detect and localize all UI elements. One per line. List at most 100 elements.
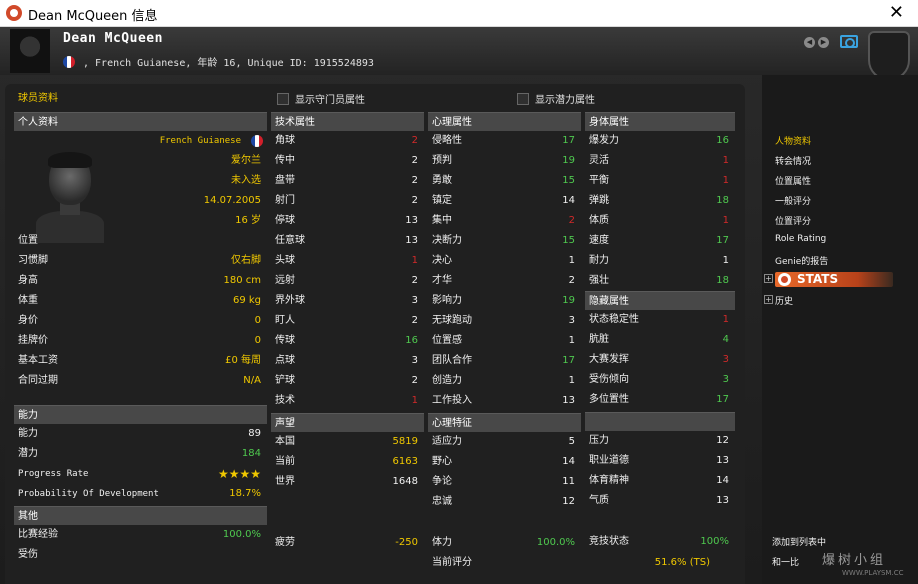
- attribute-label: 决断力: [432, 235, 462, 246]
- attribute-value: 2: [411, 175, 418, 186]
- next-player-icon[interactable]: ▶: [818, 37, 829, 48]
- checkbox-icon[interactable]: [277, 93, 289, 105]
- attribute-value: 69 kg: [232, 295, 261, 306]
- attribute-value: 6163: [392, 456, 418, 467]
- attribute-row: 体重 69 kg: [14, 291, 267, 311]
- attribute-label: 传球: [275, 335, 295, 346]
- toggle-potential-attributes[interactable]: 显示潜力属性: [517, 91, 595, 106]
- attribute-row: 传中 2: [271, 151, 424, 171]
- sidebar-item[interactable]: 一般评分: [775, 194, 811, 207]
- attribute-label: 工作投入: [432, 395, 472, 406]
- attribute-row: 受伤: [14, 545, 267, 565]
- attribute-value: 18.7%: [229, 488, 261, 499]
- age-row: 16 岁: [87, 211, 267, 231]
- attribute-row: 远射 2: [271, 271, 424, 291]
- attribute-row: 传球 16: [271, 331, 424, 351]
- sidebar-item[interactable]: 位置属性: [775, 174, 811, 187]
- fatigue-value: -250: [395, 537, 418, 548]
- attribute-label: 身高: [18, 275, 38, 286]
- player-info: , French Guianese, 年龄 16, Unique ID: 191…: [83, 58, 374, 69]
- sidebar-item[interactable]: Role Rating: [775, 234, 826, 244]
- attribute-label: 适应力: [432, 436, 462, 447]
- ability-header: 能力: [14, 405, 267, 424]
- attribute-label: 能力: [18, 428, 38, 439]
- personal-column: 个人资料 French Guianese 爱尔兰 未入选 14.07.2005 …: [14, 112, 267, 565]
- attribute-label: 影响力: [432, 295, 462, 306]
- prev-player-icon[interactable]: ◀: [804, 37, 815, 48]
- attribute-row: 肮脏 4: [585, 330, 735, 350]
- attribute-row: 体育精神 14: [585, 471, 735, 491]
- window-title: Dean McQueen 信息: [28, 9, 158, 24]
- fatigue-row: 疲劳 -250: [271, 533, 424, 553]
- club-value: 爱尔兰: [231, 155, 261, 166]
- attribute-row: Progress Rate ★★★★: [14, 464, 267, 484]
- attribute-label: 身价: [18, 315, 38, 326]
- attribute-value: 1: [722, 175, 729, 186]
- attribute-label: 无球跑动: [432, 315, 472, 326]
- attribute-row: 职业道德 13: [585, 451, 735, 471]
- sidebar-item[interactable]: Genie的报告: [775, 254, 828, 267]
- checkbox-icon[interactable]: [517, 93, 529, 105]
- attribute-value: 2: [411, 155, 418, 166]
- other-header: 其他: [14, 506, 267, 525]
- traits-header: 心理特征: [428, 413, 581, 432]
- attribute-value: 16: [405, 335, 418, 346]
- physical-header: 身体属性: [585, 112, 735, 131]
- attribute-label: 本国: [275, 436, 295, 447]
- attribute-value: 14: [716, 475, 729, 486]
- camera-icon[interactable]: [840, 35, 858, 48]
- attribute-value: 3: [411, 295, 418, 306]
- attribute-row: 速度 17: [585, 231, 735, 251]
- stats-button[interactable]: STATS: [775, 272, 893, 287]
- nationality-value: French Guianese: [159, 136, 241, 146]
- add-to-list-button[interactable]: 添加到列表中: [772, 535, 826, 548]
- attribute-value: 100.0%: [222, 529, 261, 540]
- attribute-row: 预判 19: [428, 151, 581, 171]
- attribute-value: 2: [568, 215, 575, 226]
- attribute-label: 世界: [275, 476, 295, 487]
- attribute-label: 比赛经验: [18, 529, 58, 540]
- attribute-row: 团队合作 17: [428, 351, 581, 371]
- rating-label: 当前评分: [432, 557, 472, 568]
- attribute-label: 预判: [432, 155, 452, 166]
- sidebar-item[interactable]: 位置评分: [775, 214, 811, 227]
- match-status-row: 竞技状态 100%: [585, 532, 735, 552]
- attribute-value: 15: [562, 235, 575, 246]
- attribute-value: 14: [562, 195, 575, 206]
- close-icon[interactable]: ✕: [889, 2, 904, 23]
- attribute-label: 习惯脚: [18, 255, 48, 266]
- attribute-row: 野心 14: [428, 452, 581, 472]
- attribute-label: 耐力: [589, 255, 609, 266]
- player-thumbnail: [10, 29, 50, 73]
- attribute-value: 5819: [392, 436, 418, 447]
- sidebar-item[interactable]: 转会情况: [775, 154, 811, 167]
- compare-button[interactable]: 和一比: [772, 555, 799, 568]
- attribute-value: 13: [562, 395, 575, 406]
- app-body: Dean McQueen , French Guianese, 年龄 16, U…: [0, 27, 918, 584]
- attribute-value: 12: [716, 435, 729, 446]
- squad-status-row: 未入选: [87, 171, 267, 191]
- attribute-label: 勇敢: [432, 175, 452, 186]
- attribute-label: 基本工资: [18, 355, 58, 366]
- attribute-row: 气质 13: [585, 491, 735, 511]
- attribute-label: 决心: [432, 255, 452, 266]
- attribute-row: 集中 2: [428, 211, 581, 231]
- reputation-header: 声望: [271, 413, 424, 432]
- sidebar-item-history[interactable]: 历史: [775, 294, 793, 307]
- attribute-label: 位置: [18, 235, 38, 246]
- personality-header: [585, 412, 735, 431]
- attribute-label: 受伤倾向: [589, 374, 629, 385]
- toggle-gk-attributes[interactable]: 显示守门员属性: [277, 91, 365, 106]
- sidebar-item[interactable]: 人物资料: [775, 134, 811, 147]
- attribute-label: 挂牌价: [18, 335, 48, 346]
- attribute-value: 4: [722, 334, 729, 345]
- expand-icon[interactable]: +: [764, 274, 773, 283]
- attribute-value: 仅右脚: [231, 255, 261, 266]
- attribute-row: 能力 89: [14, 424, 267, 444]
- app-logo-icon: [6, 5, 22, 21]
- dob-row: 14.07.2005: [87, 191, 267, 211]
- attribute-label: 压力: [589, 435, 609, 446]
- expand-icon[interactable]: +: [764, 295, 773, 304]
- attribute-row: 忠诚 12: [428, 492, 581, 512]
- attribute-value: 2: [411, 135, 418, 146]
